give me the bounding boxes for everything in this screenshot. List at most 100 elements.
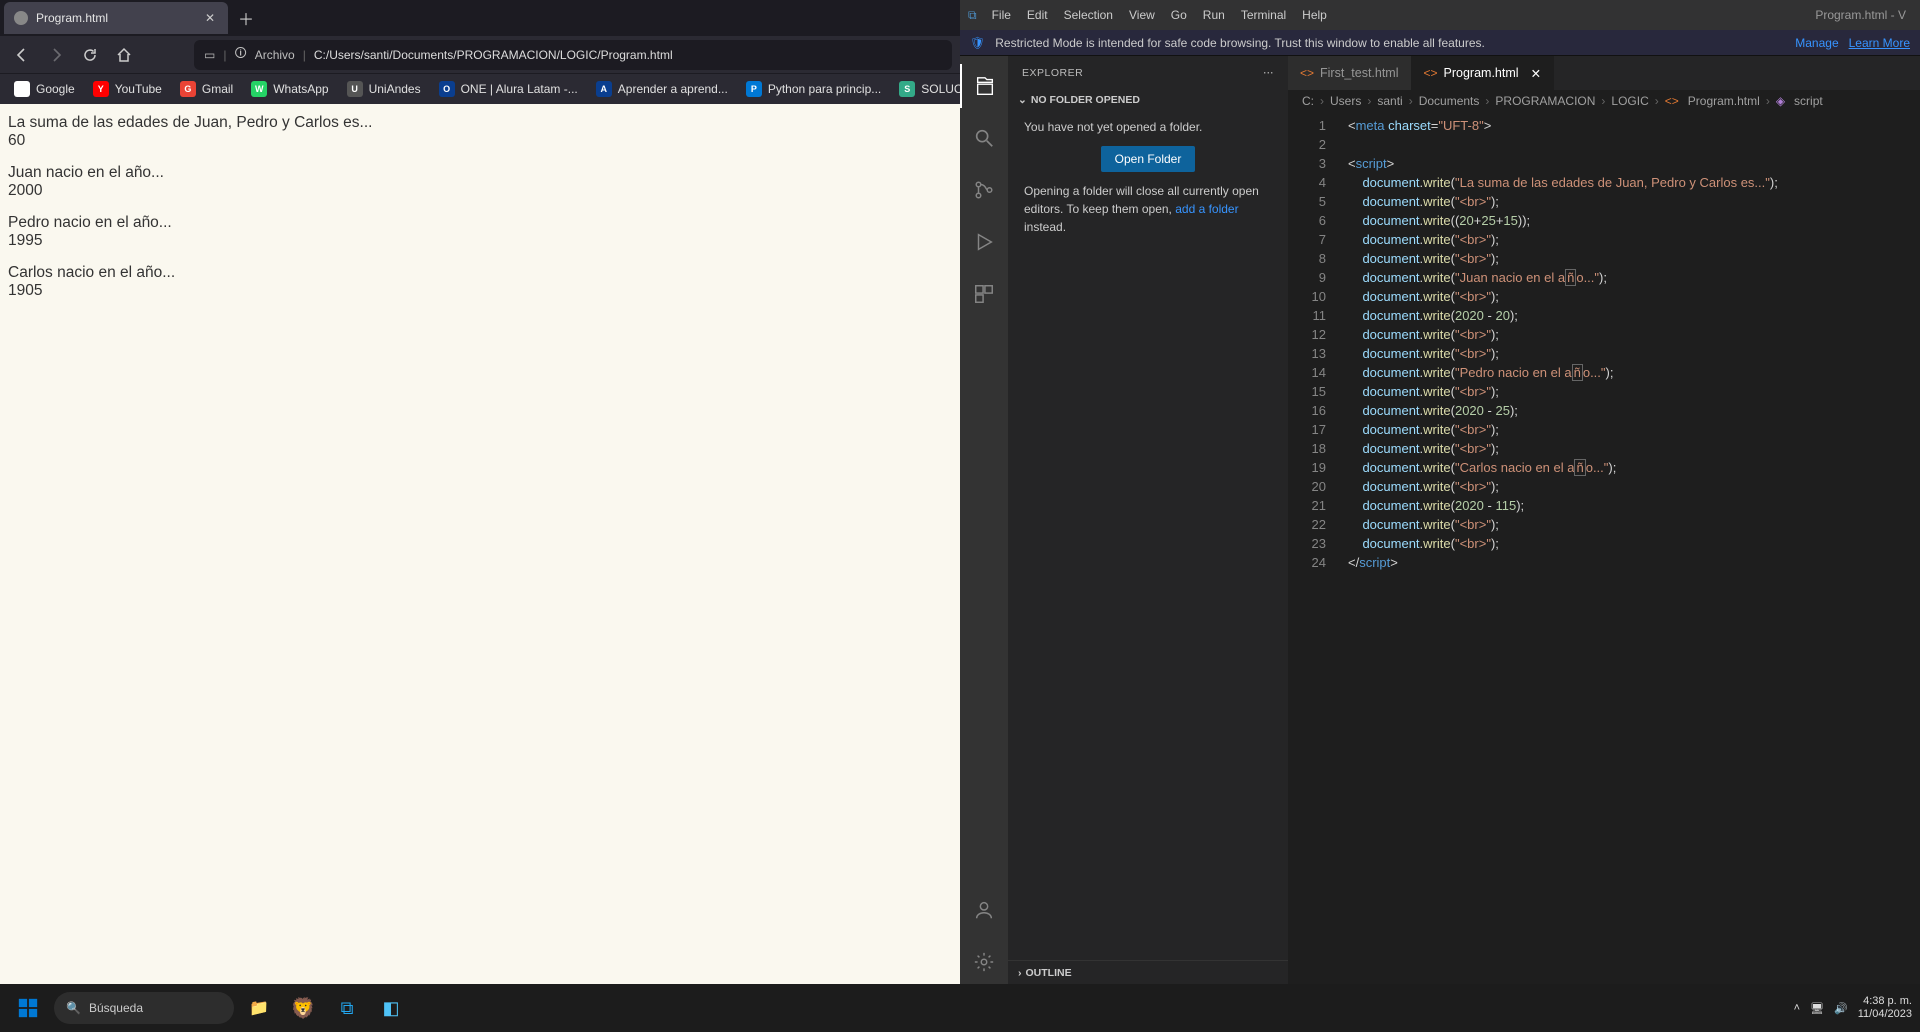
menu-selection[interactable]: Selection bbox=[1057, 4, 1120, 26]
code-editor[interactable]: 123456789101112131415161718192021222324 … bbox=[1288, 112, 1920, 984]
menu-go[interactable]: Go bbox=[1164, 4, 1194, 26]
breadcrumb-item[interactable]: PROGRAMACION bbox=[1495, 94, 1595, 108]
bookmark-item[interactable]: WWhatsApp bbox=[243, 77, 336, 101]
page-text: Pedro nacio en el año... bbox=[8, 214, 952, 232]
start-button[interactable] bbox=[8, 988, 48, 1028]
notification-text: Restricted Mode is intended for safe cod… bbox=[995, 36, 1485, 50]
close-icon[interactable]: ✕ bbox=[202, 10, 218, 26]
tab-title: Program.html bbox=[36, 11, 108, 25]
bookmark-item[interactable]: GGoogle bbox=[6, 77, 83, 101]
breadcrumb-item[interactable]: Users bbox=[1330, 94, 1361, 108]
back-button[interactable] bbox=[8, 41, 36, 69]
breadcrumb-separator: › bbox=[1367, 94, 1371, 108]
tab-favicon bbox=[14, 11, 28, 25]
time-text: 4:38 p. m. bbox=[1858, 995, 1912, 1008]
open-folder-button[interactable]: Open Folder bbox=[1101, 146, 1196, 172]
breadcrumb[interactable]: C:›Users›santi›Documents›PROGRAMACION›LO… bbox=[1288, 90, 1920, 112]
forward-button[interactable] bbox=[42, 41, 70, 69]
side-bar: EXPLORER ⋯ ⌄ NO FOLDER OPENED You have n… bbox=[1008, 56, 1288, 984]
breadcrumb-icon: ◈ bbox=[1776, 94, 1785, 108]
menu-view[interactable]: View bbox=[1122, 4, 1162, 26]
vscode-logo-icon: ⧉ bbox=[968, 8, 977, 23]
bookmark-favicon: A bbox=[596, 81, 612, 97]
vscode-title-bar: ⧉ FileEditSelectionViewGoRunTerminalHelp… bbox=[960, 0, 1920, 30]
bookmark-label: YouTube bbox=[115, 82, 162, 96]
breadcrumb-item[interactable]: script bbox=[1794, 94, 1823, 108]
breadcrumb-item[interactable]: LOGIC bbox=[1611, 94, 1648, 108]
page-value: 2000 bbox=[8, 182, 952, 200]
search-icon: 🔍 bbox=[66, 1001, 81, 1015]
reader-icon[interactable]: ▭ bbox=[204, 48, 215, 62]
extensions-icon[interactable] bbox=[960, 272, 1008, 316]
browser-tab-strip: Program.html ✕ ＋ bbox=[0, 0, 960, 36]
search-icon[interactable] bbox=[960, 116, 1008, 160]
manage-link[interactable]: Manage bbox=[1795, 36, 1838, 50]
sidebar-message: Opening a folder will close all currentl… bbox=[1024, 182, 1272, 236]
page-value: 60 bbox=[8, 132, 952, 150]
editor-tab[interactable]: <>Program.html✕ bbox=[1412, 56, 1555, 90]
clock[interactable]: 4:38 p. m. 11/04/2023 bbox=[1858, 995, 1912, 1021]
breadcrumb-separator: › bbox=[1320, 94, 1324, 108]
browser-window: Program.html ✕ ＋ ▭ | 🛈 Archivo | C:/User… bbox=[0, 0, 960, 984]
source-control-icon[interactable] bbox=[960, 168, 1008, 212]
settings-icon[interactable] bbox=[960, 940, 1008, 984]
html-file-icon: <> bbox=[1300, 66, 1314, 80]
bookmark-label: Google bbox=[36, 82, 75, 96]
breadcrumb-item[interactable]: santi bbox=[1377, 94, 1402, 108]
file-explorer-icon[interactable]: 📁 bbox=[240, 989, 278, 1027]
editor-area: <>First_test.html<>Program.html✕ C:›User… bbox=[1288, 56, 1920, 984]
page-content: La suma de las edades de Juan, Pedro y C… bbox=[0, 104, 960, 984]
bookmark-label: Gmail bbox=[202, 82, 233, 96]
outline-section[interactable]: › OUTLINE bbox=[1008, 960, 1288, 984]
menu-edit[interactable]: Edit bbox=[1020, 4, 1055, 26]
breadcrumb-item[interactable]: Program.html bbox=[1688, 94, 1760, 108]
activity-bar bbox=[960, 56, 1008, 984]
bookmark-item[interactable]: SSOLUCI... bbox=[891, 77, 960, 101]
bookmark-favicon: U bbox=[347, 81, 363, 97]
bookmark-item[interactable]: PPython para princip... bbox=[738, 77, 889, 101]
network-icon[interactable]: 🖥 bbox=[1810, 1002, 1824, 1015]
code-content[interactable]: <meta charset="UFT-8"> <script> document… bbox=[1338, 112, 1920, 984]
address-bar[interactable]: ▭ | 🛈 Archivo | C:/Users/santi/Documents… bbox=[194, 40, 952, 70]
breadcrumb-separator: › bbox=[1601, 94, 1605, 108]
close-icon[interactable]: ✕ bbox=[1531, 66, 1541, 81]
bookmark-item[interactable]: A Aprender a aprend... bbox=[588, 77, 736, 101]
search-placeholder: Búsqueda bbox=[89, 1001, 143, 1015]
menu-file[interactable]: File bbox=[985, 4, 1018, 26]
volume-icon[interactable]: 🔊 bbox=[1834, 1002, 1848, 1015]
taskbar-search[interactable]: 🔍 Búsqueda bbox=[54, 992, 234, 1024]
page-value: 1995 bbox=[8, 232, 952, 250]
chevron-right-icon: › bbox=[1018, 967, 1022, 979]
bookmark-label: Python para princip... bbox=[768, 82, 881, 96]
menu-run[interactable]: Run bbox=[1196, 4, 1232, 26]
explorer-icon[interactable] bbox=[960, 64, 1008, 108]
bookmark-item[interactable]: YYouTube bbox=[85, 77, 170, 101]
menu-help[interactable]: Help bbox=[1295, 4, 1334, 26]
sidebar-section[interactable]: ⌄ NO FOLDER OPENED bbox=[1008, 90, 1288, 110]
line-gutter: 123456789101112131415161718192021222324 bbox=[1288, 112, 1338, 984]
bookmark-item[interactable]: OONE | Alura Latam -... bbox=[431, 77, 586, 101]
sidebar-title: EXPLORER bbox=[1022, 67, 1083, 79]
vscode-taskbar-icon[interactable]: ⧉ bbox=[328, 989, 366, 1027]
breadcrumb-item[interactable]: C: bbox=[1302, 94, 1314, 108]
bookmark-label: Aprender a aprend... bbox=[618, 82, 728, 96]
bookmark-item[interactable]: U UniAndes bbox=[339, 77, 429, 101]
bookmark-item[interactable]: GGmail bbox=[172, 77, 241, 101]
reload-button[interactable] bbox=[76, 41, 104, 69]
learn-more-link[interactable]: Learn More bbox=[1849, 36, 1910, 50]
run-debug-icon[interactable] bbox=[960, 220, 1008, 264]
breadcrumb-item[interactable]: Documents bbox=[1419, 94, 1480, 108]
bookmark-label: UniAndes bbox=[369, 82, 421, 96]
add-folder-link[interactable]: add a folder bbox=[1175, 202, 1238, 216]
more-icon[interactable]: ⋯ bbox=[1263, 67, 1274, 79]
chevron-up-icon[interactable]: ˄ bbox=[1794, 1002, 1800, 1014]
browser-tab[interactable]: Program.html ✕ bbox=[4, 2, 228, 34]
editor-tab[interactable]: <>First_test.html bbox=[1288, 56, 1412, 90]
menu-terminal[interactable]: Terminal bbox=[1234, 4, 1293, 26]
breadcrumb-separator: › bbox=[1766, 94, 1770, 108]
brave-icon[interactable]: 🦁 bbox=[284, 989, 322, 1027]
app-icon[interactable]: ◧ bbox=[372, 989, 410, 1027]
home-button[interactable] bbox=[110, 41, 138, 69]
new-tab-button[interactable]: ＋ bbox=[232, 4, 260, 32]
accounts-icon[interactable] bbox=[960, 888, 1008, 932]
